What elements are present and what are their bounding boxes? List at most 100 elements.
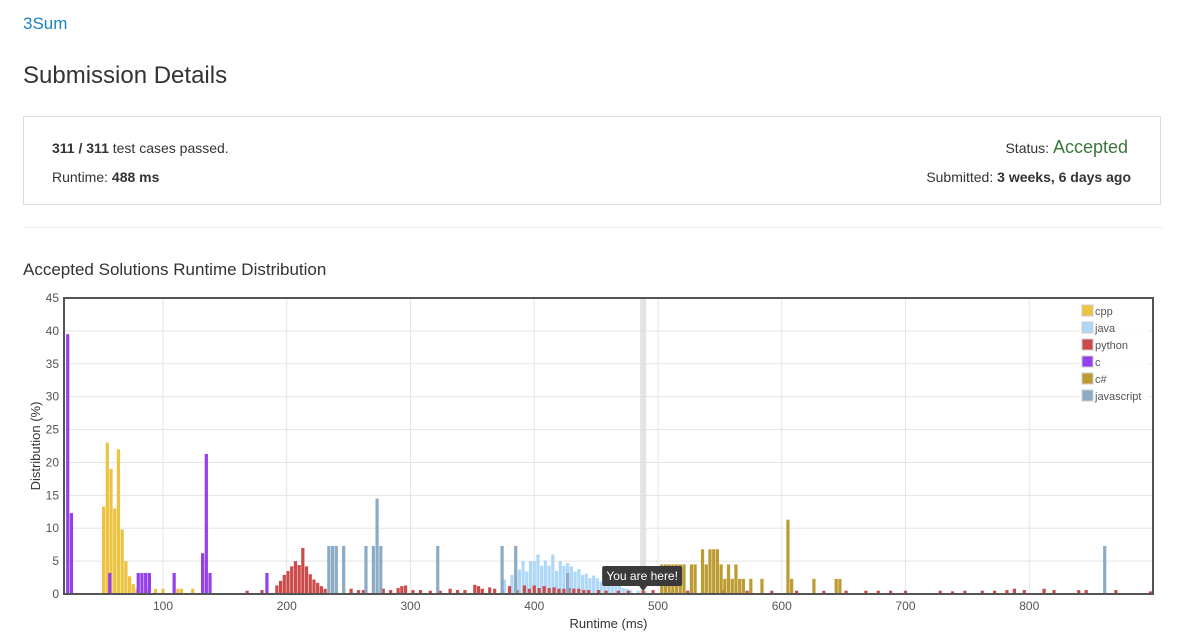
bar-javascript[interactable] bbox=[342, 545, 346, 594]
bar-javascript[interactable] bbox=[514, 545, 518, 594]
bar-python[interactable] bbox=[286, 570, 290, 594]
bar-c[interactable] bbox=[147, 572, 151, 594]
bar-cpp[interactable] bbox=[113, 508, 117, 594]
bar-javascript[interactable] bbox=[364, 545, 368, 594]
bar-python[interactable] bbox=[293, 561, 298, 594]
bar-csharp[interactable] bbox=[689, 564, 694, 594]
legend-swatch-javascript bbox=[1081, 389, 1094, 402]
status-label: Status: bbox=[1005, 140, 1053, 156]
bar-python[interactable] bbox=[290, 566, 294, 594]
bar-c[interactable] bbox=[108, 572, 112, 594]
bar-java[interactable] bbox=[592, 575, 596, 594]
bar-python[interactable] bbox=[522, 585, 526, 594]
bar-csharp[interactable] bbox=[838, 578, 842, 594]
bar-python[interactable] bbox=[304, 566, 309, 594]
bar-javascript[interactable] bbox=[379, 545, 383, 594]
runtime-label: Runtime: bbox=[52, 169, 112, 185]
bar-c[interactable] bbox=[208, 572, 212, 594]
y-tick-label: 0 bbox=[52, 587, 59, 601]
bar-cpp[interactable] bbox=[124, 561, 128, 594]
bar-javascript[interactable] bbox=[566, 572, 570, 594]
bar-javascript[interactable] bbox=[327, 545, 331, 594]
bar-cpp[interactable] bbox=[120, 529, 124, 594]
legend-label-csharp: c# bbox=[1095, 374, 1108, 386]
bar-csharp[interactable] bbox=[719, 564, 723, 594]
bar-cpp[interactable] bbox=[131, 584, 135, 594]
legend-swatch-cpp bbox=[1081, 304, 1094, 317]
bar-cpp[interactable] bbox=[105, 442, 109, 594]
bar-python[interactable] bbox=[316, 582, 320, 594]
passed-count: 311 bbox=[52, 140, 75, 156]
bar-python[interactable] bbox=[473, 584, 477, 594]
bar-python[interactable] bbox=[532, 585, 536, 594]
bar-c[interactable] bbox=[140, 572, 144, 594]
bar-csharp[interactable] bbox=[741, 578, 745, 594]
bar-python[interactable] bbox=[403, 585, 408, 594]
bar-c[interactable] bbox=[172, 572, 176, 594]
legend-swatch-python bbox=[1081, 338, 1094, 351]
bar-csharp[interactable] bbox=[693, 564, 697, 594]
count-separator: / bbox=[74, 140, 87, 156]
y-tick-label: 10 bbox=[46, 521, 60, 535]
bar-cpp[interactable] bbox=[116, 449, 121, 594]
bar-javascript[interactable] bbox=[375, 498, 379, 594]
bar-csharp[interactable] bbox=[812, 578, 816, 594]
status-badge: Accepted bbox=[1052, 137, 1128, 157]
bar-python[interactable] bbox=[297, 565, 301, 594]
bar-c[interactable] bbox=[204, 453, 208, 594]
bar-python[interactable] bbox=[507, 586, 512, 594]
y-tick-label: 5 bbox=[52, 554, 59, 568]
bar-csharp[interactable] bbox=[704, 564, 708, 594]
bar-c[interactable] bbox=[200, 553, 205, 594]
bar-csharp[interactable] bbox=[738, 578, 742, 594]
passed-suffix: test cases passed. bbox=[108, 140, 229, 156]
bar-javascript[interactable] bbox=[334, 545, 338, 594]
problem-title-link[interactable]: 3Sum bbox=[23, 14, 67, 34]
status-summary: Status: Accepted bbox=[1005, 137, 1128, 158]
bar-python[interactable] bbox=[312, 579, 316, 594]
bar-c[interactable] bbox=[144, 572, 148, 594]
bar-javascript[interactable] bbox=[500, 545, 504, 594]
bar-javascript[interactable] bbox=[330, 545, 335, 594]
bar-csharp[interactable] bbox=[726, 564, 731, 594]
bar-python[interactable] bbox=[542, 586, 546, 594]
runtime-value: 488 ms bbox=[111, 169, 160, 185]
bar-csharp[interactable] bbox=[834, 578, 838, 594]
x-tick-label: 700 bbox=[895, 599, 915, 613]
bar-c[interactable] bbox=[66, 334, 70, 594]
bar-csharp[interactable] bbox=[700, 549, 705, 594]
bar-c[interactable] bbox=[265, 572, 269, 594]
bar-c[interactable] bbox=[136, 572, 140, 594]
distribution-title: Accepted Solutions Runtime Distribution bbox=[23, 260, 327, 279]
bar-csharp[interactable] bbox=[730, 578, 734, 594]
bar-csharp[interactable] bbox=[760, 578, 764, 594]
bar-cpp[interactable] bbox=[101, 506, 106, 594]
x-tick-label: 400 bbox=[524, 599, 544, 613]
bar-python[interactable] bbox=[308, 574, 312, 594]
legend-label-java: java bbox=[1094, 323, 1116, 335]
bar-c[interactable] bbox=[69, 513, 74, 594]
bar-javascript[interactable] bbox=[436, 545, 440, 594]
bar-javascript[interactable] bbox=[1103, 545, 1107, 594]
bar-csharp[interactable] bbox=[786, 519, 790, 594]
bar-python[interactable] bbox=[282, 574, 286, 594]
legend-swatch-java bbox=[1081, 321, 1094, 334]
bar-javascript[interactable] bbox=[371, 545, 375, 594]
bar-csharp[interactable] bbox=[734, 564, 738, 594]
bar-csharp[interactable] bbox=[682, 564, 686, 594]
bar-python[interactable] bbox=[319, 586, 324, 594]
bar-python[interactable] bbox=[275, 585, 279, 594]
bar-python[interactable] bbox=[278, 580, 283, 594]
y-tick-label: 15 bbox=[46, 488, 60, 502]
bar-csharp[interactable] bbox=[723, 578, 727, 594]
bar-cpp[interactable] bbox=[127, 576, 132, 594]
runtime-distribution-chart[interactable]: 0 5 10 15 20 25 30 35 40 45 100 200 300 400 500 600 700 8… bbox=[0, 288, 1195, 639]
bar-python[interactable] bbox=[301, 547, 305, 594]
bar-csharp[interactable] bbox=[749, 578, 753, 594]
bar-python[interactable] bbox=[400, 586, 404, 594]
bar-csharp[interactable] bbox=[712, 549, 716, 594]
bar-csharp[interactable] bbox=[708, 549, 712, 594]
bar-csharp[interactable] bbox=[790, 578, 794, 594]
bar-python[interactable] bbox=[476, 586, 481, 594]
bar-csharp[interactable] bbox=[715, 549, 720, 594]
